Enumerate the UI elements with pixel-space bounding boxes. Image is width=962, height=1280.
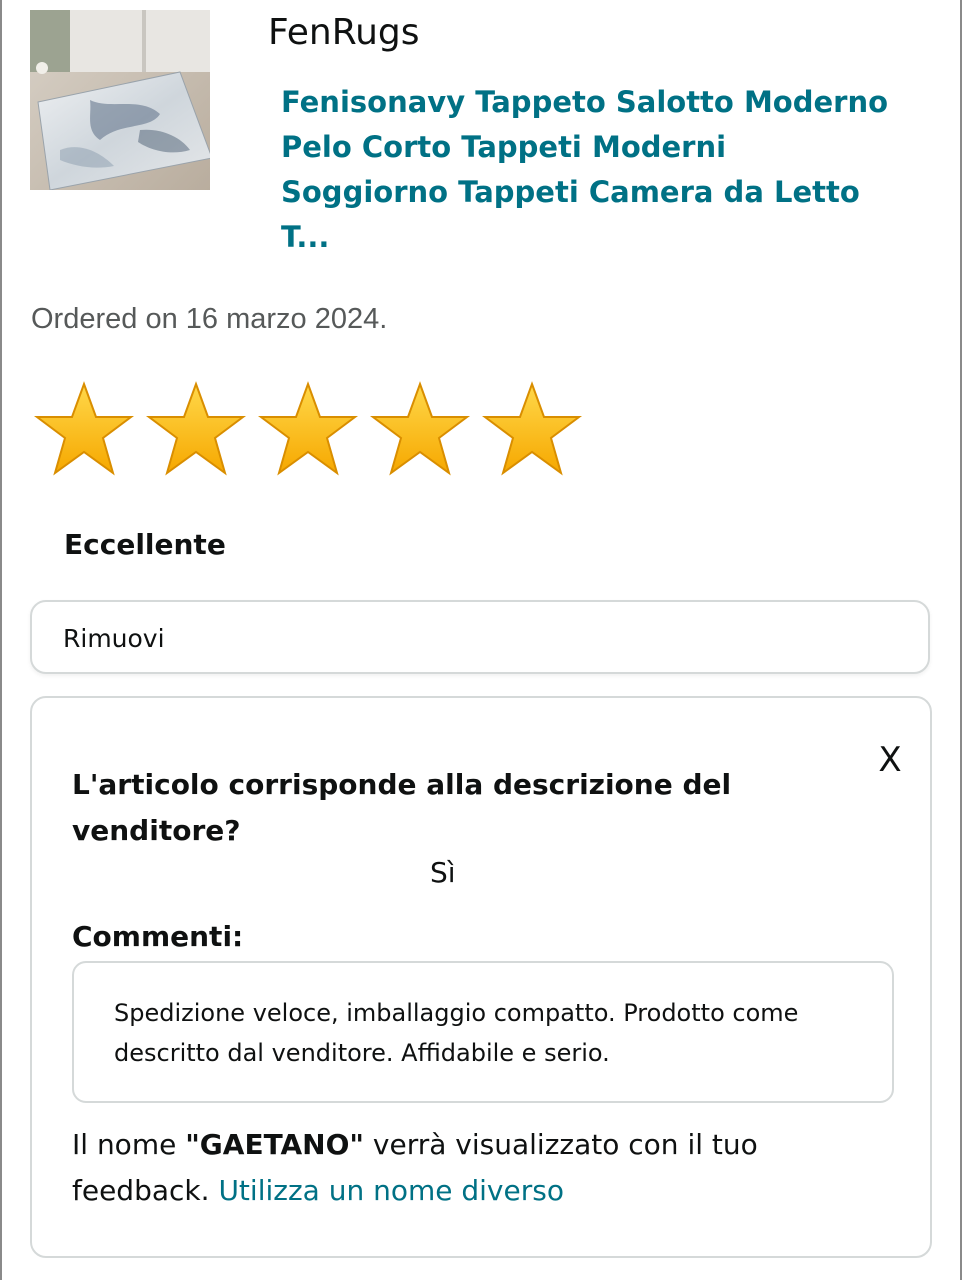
comments-label: Commenti: (72, 920, 244, 953)
display-name-value: "GAETANO" (185, 1128, 365, 1161)
star-5-icon[interactable] (482, 380, 594, 480)
product-title-link[interactable]: Fenisonavy Tappeto Salotto Moderno Pelo … (281, 80, 901, 260)
star-rating[interactable] (34, 380, 594, 480)
comment-text: Spedizione veloce, imballaggio compatto.… (114, 999, 799, 1067)
remove-button[interactable]: Rimuovi (30, 600, 930, 674)
close-icon[interactable]: X (868, 738, 912, 782)
rug-photo-illustration (30, 10, 210, 190)
star-3-icon[interactable] (258, 380, 370, 480)
left-frame-border (0, 0, 2, 1280)
seller-feedback-card: X L'articolo corrisponde alla descrizion… (30, 696, 932, 1258)
description-match-question: L'articolo corrisponde alla descrizione … (72, 768, 732, 847)
display-name-notice: Il nome "GAETANO" verrà visualizzato con… (72, 1122, 892, 1214)
order-date: Ordered on 16 marzo 2024. (31, 303, 388, 335)
rating-label: Eccellente (64, 528, 226, 561)
remove-button-label: Rimuovi (63, 624, 165, 653)
product-thumbnail[interactable] (30, 10, 210, 190)
star-2-icon[interactable] (146, 380, 258, 480)
use-different-name-link[interactable]: Utilizza un nome diverso (218, 1174, 564, 1207)
star-4-icon[interactable] (370, 380, 482, 480)
name-notice-prefix: Il nome (72, 1128, 186, 1161)
description-match-answer[interactable]: Sì (430, 856, 456, 889)
star-1-icon[interactable] (34, 380, 146, 480)
comment-textarea[interactable]: Spedizione veloce, imballaggio compatto.… (72, 961, 894, 1103)
seller-name: FenRugs (268, 12, 420, 53)
